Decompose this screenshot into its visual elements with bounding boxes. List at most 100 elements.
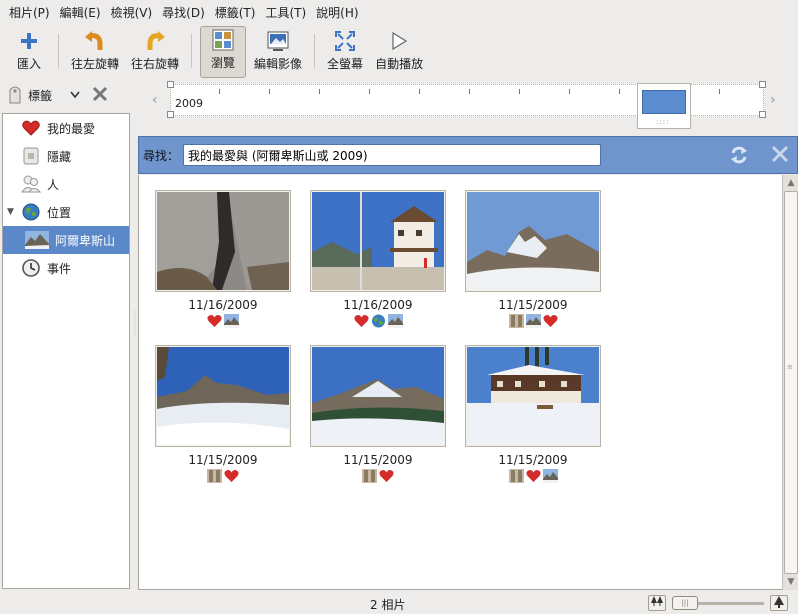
timeline-slider-handle[interactable]: :::: bbox=[637, 83, 691, 129]
rotate-left-label: 往左旋轉 bbox=[71, 57, 120, 71]
chevron-down-icon[interactable] bbox=[70, 88, 80, 102]
menu-view[interactable]: 檢視(V) bbox=[106, 0, 158, 26]
photo-grid: 11/16/2009 11/16/2009 11/15/2009 11/15/2… bbox=[138, 175, 782, 590]
rotate-left-button[interactable]: 往左旋轉 bbox=[65, 26, 125, 78]
heart-icon bbox=[353, 315, 369, 327]
large-tree-icon bbox=[774, 596, 784, 608]
sidebar-item-hidden[interactable]: 隱藏 bbox=[3, 142, 129, 170]
photo-thumbnail[interactable]: 11/15/2009 bbox=[310, 345, 446, 485]
rotate-right-button[interactable]: 往右旋轉 bbox=[125, 26, 185, 78]
zoom-slider-handle[interactable]: ||| bbox=[672, 596, 698, 610]
sidebar-item-label: 我的最愛 bbox=[47, 121, 96, 136]
timeline[interactable]: ‹ 2009 :::: › bbox=[148, 80, 798, 130]
photo-image bbox=[312, 347, 444, 445]
menu-edit[interactable]: 編輯(E) bbox=[55, 0, 106, 26]
photo-date: 11/15/2009 bbox=[498, 453, 568, 467]
mountain-thumbnail-icon bbox=[542, 469, 558, 483]
photo-date: 11/15/2009 bbox=[343, 453, 413, 467]
timeline-range-handle[interactable] bbox=[167, 81, 174, 88]
browse-button[interactable]: 瀏覽 bbox=[200, 26, 247, 78]
refresh-icon[interactable] bbox=[729, 145, 749, 168]
scroll-up-arrow-icon[interactable]: ▲ bbox=[784, 176, 798, 190]
find-label: 尋找： bbox=[143, 148, 180, 163]
mountain-thumbnail-icon bbox=[362, 469, 377, 483]
timeline-right-arrow-icon[interactable]: › bbox=[770, 92, 776, 108]
mountain-thumbnail-icon bbox=[207, 469, 222, 483]
photo-tag-icons bbox=[465, 469, 601, 483]
mountain-thumbnail-icon bbox=[387, 314, 403, 328]
menu-find[interactable]: 尋找(D) bbox=[157, 0, 210, 26]
browse-grid-icon bbox=[211, 28, 235, 52]
photo-thumbnail[interactable]: 11/15/2009 bbox=[155, 345, 291, 485]
find-query-input[interactable] bbox=[183, 144, 602, 166]
close-icon[interactable] bbox=[92, 86, 108, 105]
people-icon bbox=[21, 174, 41, 194]
heart-icon bbox=[542, 315, 558, 327]
photo-frame bbox=[465, 345, 601, 447]
sidebar-item-places[interactable]: ▼ 位置 bbox=[3, 198, 129, 226]
heart-icon bbox=[21, 118, 41, 138]
heart-icon bbox=[379, 470, 394, 482]
timeline-range-handle[interactable] bbox=[759, 81, 766, 88]
rotate-left-icon bbox=[83, 29, 107, 53]
scrollbar-thumb[interactable] bbox=[784, 191, 798, 574]
timeline-range-handle[interactable] bbox=[759, 111, 766, 118]
photo-thumbnail[interactable]: 11/15/2009 bbox=[465, 345, 601, 485]
sidebar-item-events[interactable]: 事件 bbox=[3, 254, 129, 282]
grip-icon: :::: bbox=[656, 118, 670, 126]
fullscreen-label: 全螢幕 bbox=[327, 57, 364, 71]
fullscreen-button[interactable]: 全螢幕 bbox=[321, 26, 369, 78]
timeline-tick bbox=[569, 89, 570, 94]
timeline-left-arrow-icon[interactable]: ‹ bbox=[152, 92, 158, 108]
timeline-tick bbox=[419, 89, 420, 94]
browse-label: 瀏覽 bbox=[211, 56, 236, 70]
slideshow-label: 自動播放 bbox=[375, 57, 424, 71]
sidebar-item-favorites[interactable]: 我的最愛 bbox=[3, 114, 129, 142]
photo-date: 11/15/2009 bbox=[188, 453, 258, 467]
toolbar-separator bbox=[314, 34, 316, 68]
photo-image bbox=[312, 192, 444, 290]
pane-resize-handle[interactable]: ⋮ ⋮ ⋮ ⋮ ⋮ bbox=[132, 310, 138, 360]
sidebar-item-alps[interactable]: 阿爾卑斯山 bbox=[3, 226, 129, 254]
menu-help[interactable]: 說明(H) bbox=[311, 0, 363, 26]
menu-photo[interactable]: 相片(P) bbox=[4, 0, 55, 26]
photo-tag-icons bbox=[465, 314, 601, 328]
sidebar-item-label: 位置 bbox=[47, 205, 72, 220]
timeline-track[interactable]: 2009 :::: bbox=[167, 81, 766, 129]
photo-date: 11/15/2009 bbox=[498, 298, 568, 312]
heart-icon bbox=[525, 470, 541, 482]
slideshow-button[interactable]: 自動播放 bbox=[369, 26, 429, 78]
menu-tools[interactable]: 工具(T) bbox=[260, 0, 311, 26]
import-button[interactable]: 匯入 bbox=[6, 26, 52, 78]
sidebar-item-people[interactable]: 人 bbox=[3, 170, 129, 198]
toolbar: 匯入 往左旋轉 往右旋轉 瀏覽 編輯影像 全螢幕 自動播放 bbox=[0, 26, 798, 78]
find-bar: 尋找： bbox=[138, 136, 798, 174]
scroll-down-arrow-icon[interactable]: ▼ bbox=[784, 575, 798, 589]
tag-selector-label: 標籤 bbox=[28, 88, 53, 103]
photo-frame bbox=[310, 190, 446, 292]
heart-icon bbox=[224, 470, 239, 482]
heart-icon bbox=[207, 315, 222, 327]
timeline-tick bbox=[219, 89, 220, 94]
sidebar-item-label: 隱藏 bbox=[47, 149, 72, 164]
menubar: 相片(P) 編輯(E) 檢視(V) 尋找(D) 標籤(T) 工具(T) 說明(H… bbox=[0, 0, 798, 26]
tag-selector[interactable]: 標籤 bbox=[0, 80, 134, 110]
menu-tags[interactable]: 標籤(T) bbox=[210, 0, 261, 26]
edit-image-button[interactable]: 編輯影像 bbox=[248, 26, 308, 78]
timeline-bar bbox=[642, 90, 686, 114]
photo-image bbox=[467, 347, 599, 445]
photo-thumbnail[interactable]: 11/16/2009 bbox=[155, 190, 291, 330]
close-icon[interactable] bbox=[771, 145, 789, 166]
photo-image bbox=[157, 192, 289, 290]
timeline-range-handle[interactable] bbox=[167, 111, 174, 118]
zoom-out-button[interactable] bbox=[648, 595, 666, 611]
globe-icon bbox=[371, 314, 385, 328]
photo-frame bbox=[310, 345, 446, 447]
photo-tag-icons bbox=[310, 469, 446, 483]
vertical-scrollbar[interactable]: ▲ ≡ ▼ bbox=[782, 175, 798, 590]
expander-triangle-icon[interactable]: ▼ bbox=[7, 207, 14, 217]
mountain-thumbnail-icon bbox=[224, 314, 239, 328]
photo-thumbnail[interactable]: 11/15/2009 bbox=[465, 190, 601, 330]
photo-thumbnail[interactable]: 11/16/2009 bbox=[310, 190, 446, 330]
zoom-in-button[interactable] bbox=[770, 595, 788, 611]
